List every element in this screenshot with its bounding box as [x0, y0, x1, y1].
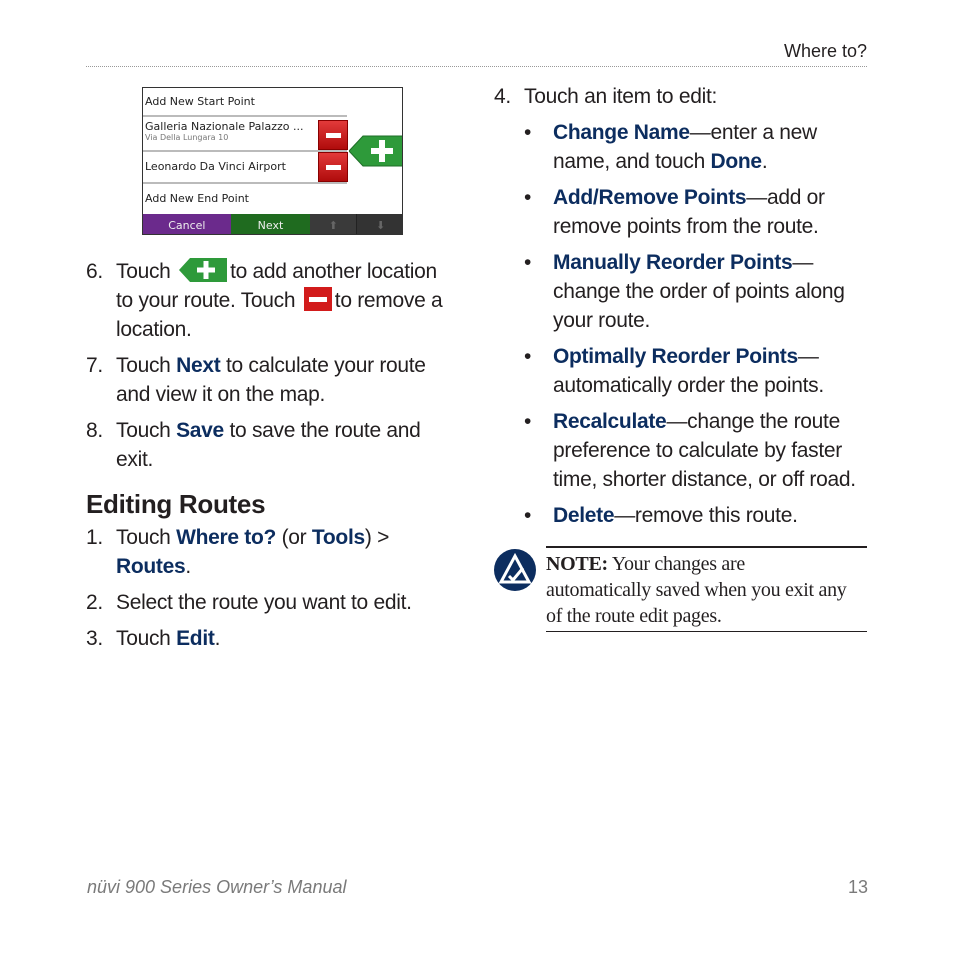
bullet: •: [524, 504, 532, 527]
manual-title: nüvi 900 Series Owner’s Manual: [87, 877, 347, 897]
step-number: 3.: [86, 627, 103, 650]
add-location-icon: [179, 258, 228, 283]
section-heading: Editing Routes: [86, 489, 266, 519]
text: automatically saved when you exit any: [546, 579, 847, 601]
screen-row-stop2: Leonardo Da Vinci Airport: [143, 152, 347, 184]
text: Select the route you want to edit.: [116, 591, 412, 614]
row-label: Galleria Nazionale Palazzo ...: [145, 120, 304, 133]
text: Touch: [116, 526, 171, 549]
note-box: NOTE: Your changes are automatically sav…: [546, 546, 867, 632]
text: —enter a new: [689, 121, 817, 144]
step-number: 6.: [86, 260, 103, 283]
text: Touch an item to edit:: [524, 85, 718, 108]
text: (or: [281, 526, 307, 549]
text: exit.: [116, 448, 154, 471]
note-label: NOTE:: [546, 553, 608, 575]
minus-button: [318, 120, 348, 150]
text: to your route. Touch: [116, 289, 296, 312]
row-label: Add New End Point: [145, 192, 249, 205]
screen-button-bar: Cancel Next ⬆ ⬇: [143, 214, 402, 234]
step-number: 4.: [494, 85, 511, 108]
bullet: •: [524, 186, 532, 209]
screen-row-start: Add New Start Point: [143, 88, 347, 117]
text: your route.: [553, 309, 651, 332]
step-number: 2.: [86, 591, 103, 614]
text: Touch: [116, 354, 171, 377]
keyword: Save: [176, 419, 224, 442]
screen-row-stop1: Galleria Nazionale Palazzo ... Via Della …: [143, 118, 347, 152]
keyword: Done: [710, 150, 763, 173]
keyword: Edit: [176, 627, 215, 650]
row-sublabel: Via Della Lungara 10: [145, 133, 229, 142]
device-screenshot: Add New Start Point Galleria Nazionale P…: [142, 87, 403, 235]
down-arrow-icon: ⬇: [356, 214, 402, 234]
row-label: Add New Start Point: [145, 95, 255, 108]
keyword: Delete: [553, 504, 615, 527]
text: .: [761, 150, 768, 173]
keyword: Tools: [311, 526, 365, 549]
text: Your changes are: [611, 553, 745, 575]
screen-row-end: Add New End Point: [143, 184, 347, 214]
keyword: Next: [176, 354, 221, 377]
text: Touch: [116, 419, 171, 442]
text: —change the route: [666, 410, 840, 433]
text: —remove this route.: [614, 504, 798, 527]
text: .: [214, 627, 221, 650]
text: time, shorter distance, or off road.: [553, 468, 856, 491]
text: location.: [116, 318, 192, 341]
text: Touch: [116, 260, 171, 283]
page-number: 13: [847, 877, 868, 897]
keyword: Optimally Reorder Points: [553, 345, 798, 368]
text: to calculate your route: [225, 354, 426, 377]
text: change the order of points along: [553, 280, 845, 303]
text: remove points from the route.: [553, 215, 819, 238]
text: to remove a: [334, 289, 443, 312]
text: name, and touch: [553, 150, 705, 173]
keyword: Change Name: [553, 121, 690, 144]
next-button: Next: [230, 214, 311, 234]
bullet: •: [524, 345, 532, 368]
running-header: Where to?: [86, 40, 867, 67]
bullet: •: [524, 121, 532, 144]
text: automatically order the points.: [553, 374, 824, 397]
text: —add or: [746, 186, 825, 209]
text: ) >: [364, 526, 390, 549]
bullet: •: [524, 410, 532, 433]
text: Touch: [116, 627, 171, 650]
keyword: Where to?: [176, 526, 277, 549]
text: —: [792, 251, 814, 274]
keyword: Manually Reorder Points: [553, 251, 793, 274]
text: and view it on the map.: [116, 383, 326, 406]
text: to add another location: [230, 260, 437, 283]
plus-arrow-icon: [349, 135, 402, 167]
text: —: [797, 345, 819, 368]
remove-location-icon: [303, 287, 332, 312]
row-label: Leonardo Da Vinci Airport: [145, 160, 286, 173]
keyword: Routes: [116, 555, 186, 578]
minus-button: [318, 152, 348, 182]
up-arrow-icon: ⬆: [310, 214, 357, 234]
cancel-button: Cancel: [143, 214, 231, 234]
step-number: 1.: [86, 526, 103, 549]
text: preference to calculate by faster: [553, 439, 842, 462]
keyword: Recalculate: [553, 410, 667, 433]
text: to save the route and: [229, 419, 421, 442]
keyword: Add/Remove Points: [553, 186, 747, 209]
text: of the route edit pages.: [546, 605, 722, 627]
section-title: Where to?: [783, 41, 867, 61]
step-number: 8.: [86, 419, 103, 442]
text: .: [185, 555, 191, 578]
note-icon: [494, 549, 536, 591]
bullet: •: [524, 251, 532, 274]
step-number: 7.: [86, 354, 103, 377]
